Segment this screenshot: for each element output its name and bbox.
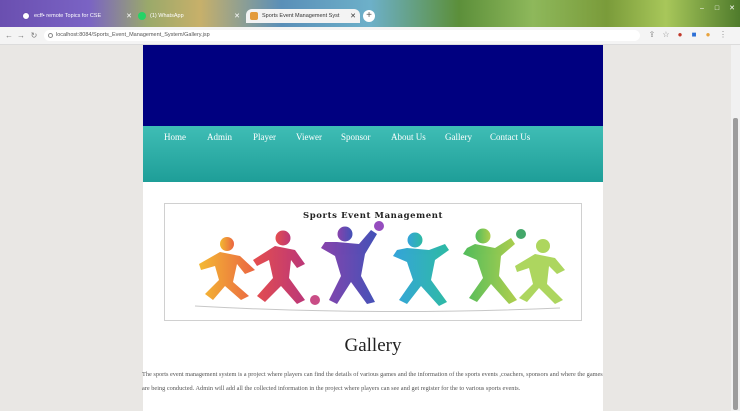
athlete-figure [199,237,255,300]
gallery-description: The sports event management system is a … [142,371,603,392]
address-bar[interactable]: localhost:8084/Sports_Event_Management_S… [44,30,640,41]
scrollbar-thumb[interactable] [733,118,738,410]
nav-about-us[interactable]: About Us [391,132,426,142]
tab-title: ecff• remote Topics for CSE [34,13,102,19]
back-icon[interactable]: ← [4,30,14,41]
gallery-heading: Gallery [344,335,402,356]
gallery-poster-image: Sports Event Management [164,203,582,321]
nav-sponsor[interactable]: Sponsor [341,132,371,142]
browser-tab[interactable]: (1) WhatsApp ✕ [134,9,244,23]
nav-viewer[interactable]: Viewer [296,132,322,142]
extensions-puzzle-icon[interactable]: ■ [689,30,699,40]
minimize-icon[interactable]: – [697,4,707,13]
site-info-icon[interactable] [48,33,53,38]
header-banner [143,45,603,126]
nav-contact-us[interactable]: Contact Us [490,132,530,142]
athlete-figure [393,232,449,306]
athlete-figure [321,221,384,304]
whatsapp-icon [138,12,146,20]
nav-player[interactable]: Player [253,132,276,142]
close-tab-icon[interactable]: ✕ [230,12,240,20]
bookmark-star-icon[interactable]: ☆ [661,30,671,40]
nav-admin[interactable]: Admin [207,132,232,142]
athlete-figure [253,230,320,305]
reload-icon[interactable]: ↻ [29,30,39,41]
share-icon[interactable]: ⇪ [647,30,657,40]
athlete-figure [515,239,565,304]
browser-tab-active[interactable]: Sports Event Management Syst ✕ [246,9,360,23]
nav-home[interactable]: Home [164,132,186,142]
nav-gallery[interactable]: Gallery [445,132,472,142]
forward-icon[interactable]: → [16,30,26,41]
maximize-icon[interactable]: □ [712,4,722,13]
profile-avatar-icon[interactable]: ● [703,30,713,40]
tab-title: (1) WhatsApp [150,13,184,19]
close-window-icon[interactable]: ✕ [727,4,737,13]
browser-toolbar: ← → ↻ localhost:8084/Sports_Event_Manage… [0,27,740,45]
more-menu-icon[interactable]: ⋮ [718,30,728,40]
new-tab-button[interactable]: + [363,10,375,22]
site-favicon-icon [22,12,30,20]
tab-title: Sports Event Management Syst [262,13,340,19]
close-tab-icon[interactable]: ✕ [122,12,132,20]
close-tab-icon[interactable]: ✕ [346,12,356,20]
page-container: Home Admin Player Viewer Sponsor About U… [142,45,603,411]
url-text: localhost:8084/Sports_Event_Management_S… [56,32,210,38]
browser-tab[interactable]: ecff• remote Topics for CSE ✕ [18,9,136,23]
browser-tab-strip: ecff• remote Topics for CSE ✕ (1) WhatsA… [0,0,740,27]
athlete-silhouettes-illustration [194,221,565,313]
extension-icon[interactable]: ● [675,30,685,40]
page-favicon-icon [250,12,258,20]
